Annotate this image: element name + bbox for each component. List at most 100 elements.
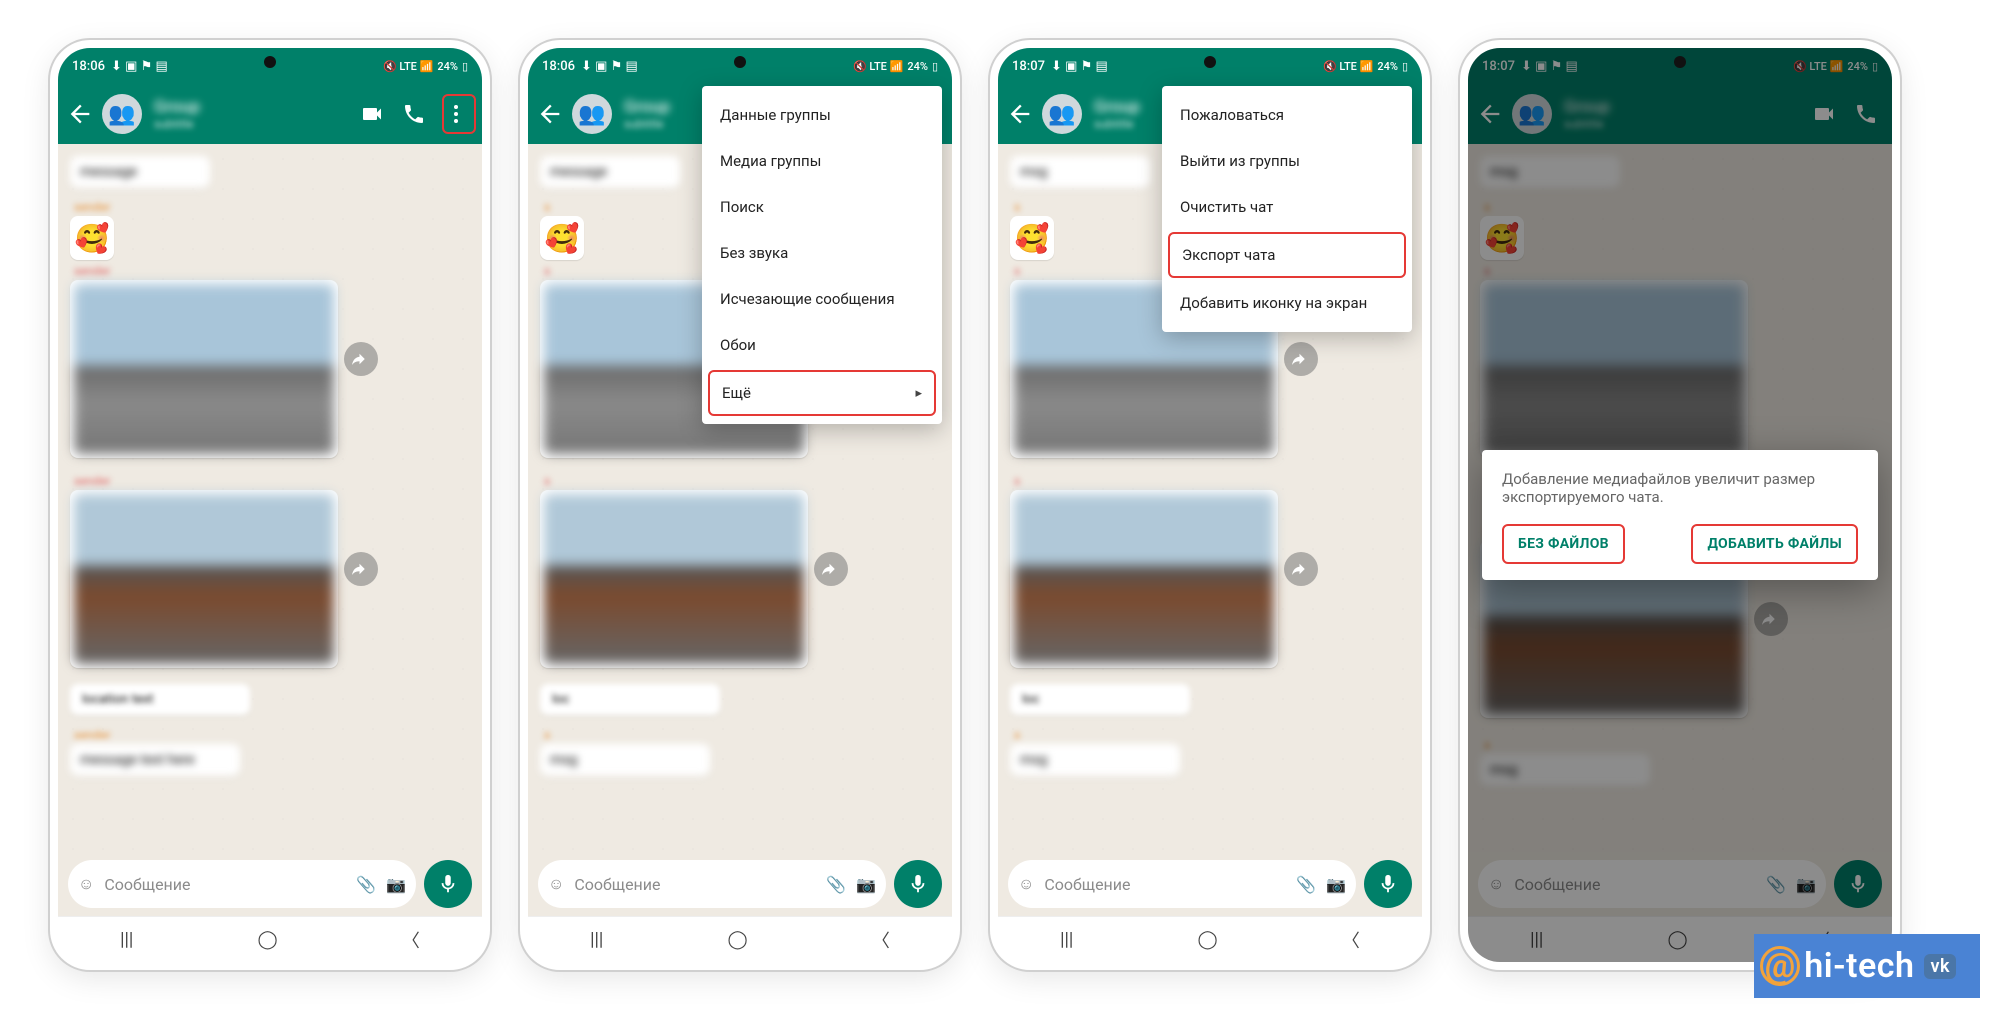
- message-input[interactable]: ☺ Сообщение 📎 📷: [1008, 860, 1356, 908]
- phone-4: 18:07 ⬇ ▣ ⚑ ▤ 🔇 LTE 📶 24% ▯ 👥 Group subt…: [1460, 40, 1900, 970]
- chat-input-bar: ☺ Сообщение 📎 📷: [998, 852, 1422, 916]
- back-icon[interactable]: [66, 100, 94, 128]
- chevron-right-icon: ▸: [915, 386, 922, 401]
- forward-icon[interactable]: [1284, 342, 1318, 376]
- emoji-picker-icon[interactable]: ☺: [1018, 874, 1034, 894]
- forward-icon[interactable]: [344, 342, 378, 376]
- chat-input-bar: ☺ Сообщение 📎 📷: [1468, 852, 1892, 916]
- android-nav-bar: ||| ◯ 〈: [58, 916, 482, 962]
- camera-icon[interactable]: 📷: [386, 875, 406, 894]
- battery-icon: ▯: [1402, 60, 1408, 73]
- menu-item-more[interactable]: Ещё ▸: [708, 370, 936, 416]
- menu-item-wallpaper[interactable]: Обои: [702, 322, 942, 368]
- group-avatar[interactable]: 👥: [102, 94, 142, 134]
- clock: 18:07: [1482, 59, 1515, 74]
- message-input[interactable]: ☺ Сообщение 📎 📷: [538, 860, 886, 908]
- menu-item-clear-chat[interactable]: Очистить чат: [1162, 184, 1412, 230]
- voice-call-icon[interactable]: [402, 102, 426, 126]
- menu-item-more-label: Ещё: [722, 384, 751, 402]
- dialog-add-files-button[interactable]: ДОБАВИТЬ ФАЙЛЫ: [1691, 524, 1858, 564]
- menu-item-mute[interactable]: Без звука: [702, 230, 942, 276]
- nav-recents-icon[interactable]: |||: [590, 929, 603, 950]
- nav-recents-icon[interactable]: |||: [120, 929, 133, 950]
- nav-recents-icon[interactable]: |||: [1530, 929, 1543, 950]
- more-options-icon[interactable]: [444, 102, 468, 126]
- status-icons-right: 🔇 LTE 📶: [1793, 60, 1843, 73]
- menu-item-export-chat[interactable]: Экспорт чата: [1168, 232, 1406, 278]
- nav-back-icon[interactable]: 〈: [402, 927, 420, 953]
- clock: 18:06: [72, 59, 105, 74]
- emoji-picker-icon[interactable]: ☺: [1488, 874, 1504, 894]
- at-icon: @: [1760, 946, 1800, 986]
- android-nav-bar: ||| ◯ 〈: [998, 916, 1422, 962]
- chat-title[interactable]: Group subtitle: [1560, 97, 1804, 131]
- chat-body[interactable]: message sender 🥰 sender sender: [58, 144, 482, 852]
- nav-home-icon[interactable]: ◯: [728, 929, 748, 950]
- attach-icon[interactable]: 📎: [1296, 875, 1316, 894]
- video-call-icon[interactable]: [1812, 102, 1836, 126]
- voice-record-button[interactable]: [1834, 860, 1882, 908]
- chat-title[interactable]: Group subtitle: [150, 97, 352, 131]
- image-message[interactable]: [70, 280, 338, 458]
- message-input[interactable]: ☺ Сообщение 📎 📷: [1478, 860, 1826, 908]
- group-avatar[interactable]: 👥: [1042, 94, 1082, 134]
- attach-icon[interactable]: 📎: [1766, 875, 1786, 894]
- menu-item-group-info[interactable]: Данные группы: [702, 92, 942, 138]
- menu-item-report[interactable]: Пожаловаться: [1162, 92, 1412, 138]
- menu-item-exit-group[interactable]: Выйти из группы: [1162, 138, 1412, 184]
- chat-header: 👥 Group subtitle: [58, 84, 482, 144]
- nav-back-icon[interactable]: 〈: [1342, 927, 1360, 953]
- back-icon[interactable]: [536, 100, 564, 128]
- options-submenu: Пожаловаться Выйти из группы Очистить ча…: [1162, 86, 1412, 332]
- nav-home-icon[interactable]: ◯: [1668, 929, 1688, 950]
- menu-item-disappearing[interactable]: Исчезающие сообщения: [702, 276, 942, 322]
- emoji-picker-icon[interactable]: ☺: [548, 874, 564, 894]
- emoji-picker-icon[interactable]: ☺: [78, 874, 94, 894]
- group-avatar[interactable]: 👥: [1512, 94, 1552, 134]
- menu-item-add-shortcut[interactable]: Добавить иконку на экран: [1162, 280, 1412, 326]
- nav-back-icon[interactable]: 〈: [872, 927, 890, 953]
- voice-call-icon[interactable]: [1854, 102, 1878, 126]
- voice-record-button[interactable]: [424, 860, 472, 908]
- group-avatar[interactable]: 👥: [572, 94, 612, 134]
- attach-icon[interactable]: 📎: [356, 875, 376, 894]
- message-input[interactable]: ☺ Сообщение 📎 📷: [68, 860, 416, 908]
- attach-icon[interactable]: 📎: [826, 875, 846, 894]
- camera-icon[interactable]: 📷: [856, 875, 876, 894]
- vk-icon: vk: [1924, 954, 1956, 979]
- phone-3: 18:07 ⬇ ▣ ⚑ ▤ 🔇 LTE 📶 24% ▯ 👥 Group subt…: [990, 40, 1430, 970]
- dialog-without-files-button[interactable]: БЕЗ ФАЙЛОВ: [1502, 524, 1625, 564]
- image-message[interactable]: [70, 490, 338, 668]
- clock: 18:07: [1012, 59, 1045, 74]
- phone-2: 18:06 ⬇ ▣ ⚑ ▤ 🔇 LTE 📶 24% ▯ 👥 Group subt…: [520, 40, 960, 970]
- nav-recents-icon[interactable]: |||: [1060, 929, 1073, 950]
- forward-icon[interactable]: [1284, 552, 1318, 586]
- status-icons-right: 🔇 LTE 📶: [853, 60, 903, 73]
- front-camera: [1204, 56, 1216, 68]
- input-placeholder: Сообщение: [574, 875, 816, 894]
- battery-icon: ▯: [1872, 60, 1878, 73]
- voice-record-button[interactable]: [1364, 860, 1412, 908]
- chat-header: 👥 Group subtitle: [1468, 84, 1892, 144]
- input-placeholder: Сообщение: [1044, 875, 1286, 894]
- back-icon[interactable]: [1006, 100, 1034, 128]
- menu-item-group-media[interactable]: Медиа группы: [702, 138, 942, 184]
- voice-record-button[interactable]: [894, 860, 942, 908]
- back-icon[interactable]: [1476, 100, 1504, 128]
- front-camera: [264, 56, 276, 68]
- video-call-icon[interactable]: [360, 102, 384, 126]
- camera-icon[interactable]: 📷: [1796, 875, 1816, 894]
- chat-input-bar: ☺ Сообщение 📎 📷: [58, 852, 482, 916]
- forward-icon[interactable]: [1754, 602, 1788, 636]
- status-icons-left: ⬇ ▣ ⚑ ▤: [1051, 59, 1108, 74]
- nav-home-icon[interactable]: ◯: [1198, 929, 1218, 950]
- phone-1: 18:06 ⬇ ▣ ⚑ ▤ 🔇 LTE 📶 24% ▯ 👥 Group subt…: [50, 40, 490, 970]
- battery-text: 24%: [907, 60, 928, 73]
- camera-icon[interactable]: 📷: [1326, 875, 1346, 894]
- watermark-text: hi-tech: [1804, 946, 1914, 986]
- menu-item-search[interactable]: Поиск: [702, 184, 942, 230]
- nav-home-icon[interactable]: ◯: [258, 929, 278, 950]
- forward-icon[interactable]: [814, 552, 848, 586]
- android-nav-bar: ||| ◯ 〈: [528, 916, 952, 962]
- forward-icon[interactable]: [344, 552, 378, 586]
